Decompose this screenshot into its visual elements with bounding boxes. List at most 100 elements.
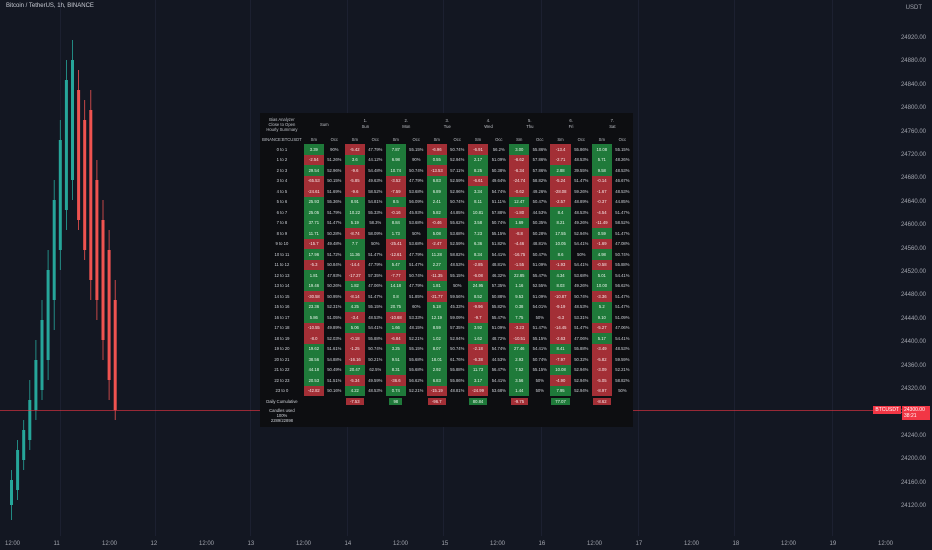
- price-axis[interactable]: 24920.00 24880.00 24840.00 24800.00 24760.00…: [900, 0, 932, 550]
- daily-cell: -96.7: [427, 396, 447, 407]
- occurrence-cell: 47.06%: [368, 283, 383, 289]
- occurrence-cell: 54.74%: [491, 346, 506, 352]
- time-tick: 11: [53, 541, 60, 547]
- table-row: 13 to 14 19.46 50.26% 1.82 47.06% 14.18 47.79%…: [260, 280, 633, 291]
- sum-cell: -16.75: [509, 249, 530, 260]
- day-header: 2. Mon: [386, 113, 427, 135]
- occurrence-cell: 48.81%: [532, 241, 547, 247]
- price-tag: 24300.00 38:21: [902, 406, 930, 420]
- sum-cell: 44.18: [303, 364, 324, 375]
- sum-cell: 4.22: [344, 385, 365, 396]
- occurrence-cell: 54.41%: [574, 241, 589, 247]
- occurrence-cell: 56.47%: [491, 367, 506, 373]
- day-name: Fri: [568, 124, 574, 129]
- hour-range-label: 3 to 4: [276, 178, 288, 184]
- occurrence-cell: 48.81%: [491, 262, 506, 268]
- day-name: Sat: [609, 124, 616, 129]
- hour-range-label: 5 to 6: [276, 199, 288, 205]
- hour-range-label: 19 to 20: [274, 346, 290, 352]
- sum-cell: 5.06: [344, 322, 365, 333]
- sum-column-header: Sm: [433, 137, 440, 142]
- occurrence-cell: 51.51%: [327, 377, 342, 383]
- occurrence-cell: 52.55%: [532, 283, 547, 289]
- hour-range-label: 9 to 10: [275, 241, 289, 247]
- sum-cell: 12.19: [426, 312, 447, 323]
- sum-cell: 8.25: [467, 165, 489, 176]
- occurrence-cell: 50.15%: [327, 178, 342, 184]
- time-tick: 12:00: [490, 541, 506, 547]
- table-row: 17 to 18 -10.55 49.89% 5.06 54.41% 1.66 48.15%…: [260, 322, 633, 333]
- occurrence-cell: 51.09%: [491, 325, 506, 331]
- occurrence-cell: 52.96%: [450, 188, 465, 194]
- occurrence-cell: 54.41%: [532, 346, 547, 352]
- sum-cell: -14.45: [550, 322, 571, 333]
- sum-cell: -5.3: [303, 259, 324, 270]
- occurrence-cell: 51.47%: [574, 325, 589, 331]
- occurrence-cell: 48.72%: [491, 335, 506, 341]
- sum-cell: 3.6: [344, 154, 365, 165]
- occurrence-cell: 55.88%: [615, 262, 630, 268]
- occurrence-cell: 55.33%: [368, 209, 383, 215]
- candle-body: [64, 80, 68, 210]
- sum-cell: 20.53: [303, 375, 324, 386]
- occurrence-cell: 55.68%: [409, 356, 424, 362]
- bias-analyzer-table: Bias Analyzer Close to Open Hourly Summa…: [260, 113, 633, 427]
- table-row: 18 to 19 -8.0 52.03% -0.18 55.88% -6.84 52.21%…: [260, 333, 633, 344]
- occurrence-cell: 50.88%: [491, 293, 506, 299]
- occurrence-cell: 52.94%: [450, 157, 465, 163]
- hour-range-label: 4 to 5: [276, 188, 288, 194]
- table-row: 23 to 0 -42.82 50.16% 4.22 48.53% 0.74 52.21% -…: [260, 385, 633, 396]
- occurrence-cell: 45.93%: [409, 209, 424, 215]
- sum-cell: 3.34: [467, 186, 489, 197]
- sum-cell: -2.47: [426, 238, 447, 249]
- time-tick: 13: [247, 541, 255, 547]
- price-tick: 24680.00: [900, 175, 926, 182]
- occurrence-cell: 57.86%: [532, 167, 547, 173]
- sum-cell: 8.59: [426, 322, 447, 333]
- occurrence-cell: 55.86%: [532, 146, 547, 152]
- occurrence-cell: 51.26%: [327, 157, 342, 163]
- hour-range-label: 2 to 3: [276, 167, 288, 173]
- occurrence-cell: 54.41%: [574, 262, 589, 268]
- occurrence-cell: 47.79%: [368, 262, 383, 268]
- time-axis[interactable]: 12:00 11 12:00 12 12:00 13 12:00 14 12:00 15 12:00…: [0, 536, 900, 550]
- symbol-label: BINANCE:BTCUSDT: [262, 137, 302, 142]
- occurrence-cell: 54.41%: [491, 377, 506, 383]
- sum-cell: 27.46: [509, 343, 530, 354]
- time-tick: 15: [441, 541, 449, 547]
- occurrence-cell: 50.35%: [532, 220, 547, 226]
- occurrence-cell: 51.47%: [368, 293, 383, 299]
- occ-column-header: Occ: [536, 137, 544, 142]
- occurrence-cell: 56.09%: [409, 199, 424, 205]
- sum-cell: -3.09: [591, 364, 612, 375]
- sum-cell: 1.81: [303, 270, 324, 281]
- occ-column-header: Occ: [495, 137, 503, 142]
- sum-cell: 3.92: [467, 322, 489, 333]
- sum-cell: 2.17: [467, 154, 489, 165]
- occurrence-cell: 48.53%: [574, 304, 589, 310]
- occurrence-cell: 44.53%: [491, 356, 506, 362]
- sum-cell: -13.53: [426, 165, 447, 176]
- price-tick: 24520.00: [900, 269, 926, 275]
- occurrence-cell: 47.06%: [615, 325, 630, 331]
- sum-cell: -0.14: [591, 175, 612, 186]
- occurrence-cell: 50.74%: [491, 220, 506, 226]
- occurrence-cell: 51.09%: [532, 293, 547, 299]
- sum-cell: -10.68: [385, 312, 406, 323]
- daily-cumulative-value: -9.75: [510, 397, 529, 405]
- hour-range-label: 18 to 19: [274, 335, 290, 341]
- daily-cell: -9.75: [509, 396, 529, 407]
- sum-cell: 9.10: [591, 312, 612, 323]
- price-tick: 24760.00: [900, 128, 926, 135]
- sum-column-header: Sm: [598, 137, 605, 142]
- occurrence-cell: 50.32%: [574, 356, 589, 362]
- sum-cell: -8.74: [344, 228, 365, 239]
- price-tick: 24640.00: [900, 198, 926, 205]
- sum-cell: 11.73: [467, 364, 489, 375]
- sum-cell: 7.95: [550, 385, 571, 396]
- candle-body: [46, 270, 50, 360]
- price-tick: 24920.00: [900, 35, 926, 41]
- day-header: 6. Fri: [550, 113, 592, 135]
- occurrence-cell: 52.21%: [409, 335, 424, 341]
- occurrence-cell: 48.53%: [574, 209, 589, 215]
